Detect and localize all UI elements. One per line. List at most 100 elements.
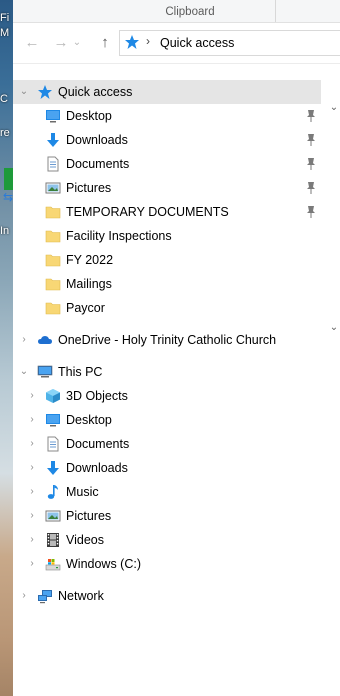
nav-item-facility-inspections[interactable]: Facility Inspections — [13, 224, 321, 248]
nav-item-videos[interactable]: › Videos — [13, 528, 321, 552]
nav-item-quick-access[interactable]: ⌄ Quick access — [13, 80, 321, 104]
nav-item-onedrive[interactable]: › OneDrive - Holy Trinity Catholic Churc… — [13, 328, 321, 352]
pin-icon[interactable] — [305, 205, 317, 219]
navigation-bar: ← → ⌄ ↑ › Quick access — [13, 23, 340, 64]
folder-icon — [45, 204, 61, 220]
expand-chevron-icon[interactable]: › — [27, 414, 37, 425]
ribbon-divider — [275, 0, 276, 22]
nav-item-fy-2022[interactable]: FY 2022 — [13, 248, 321, 272]
music-icon — [45, 484, 61, 500]
expand-chevron-icon[interactable]: › — [19, 334, 29, 345]
nav-item-network[interactable]: › Network — [13, 584, 321, 608]
nav-item-documents[interactable]: Documents — [13, 152, 321, 176]
nav-item-documents[interactable]: › Documents — [13, 432, 321, 456]
nav-item-label: Music — [66, 485, 99, 499]
nav-item-label: Pictures — [66, 181, 112, 195]
forward-arrow-icon: → — [53, 33, 69, 51]
breadcrumb-separator-icon[interactable]: › — [146, 34, 150, 48]
collapse-chevron-icon[interactable]: ⌄ — [19, 366, 29, 377]
nav-item-desktop[interactable]: › Desktop — [13, 408, 321, 432]
desktop-icon-text: C — [0, 93, 8, 105]
computer-icon — [37, 364, 53, 380]
nav-item-label: Downloads — [66, 461, 128, 475]
nav-item-label: TEMPORARY DOCUMENTS — [66, 205, 229, 219]
collapse-chevron-icon[interactable]: ⌄ — [19, 86, 29, 97]
nav-item-label: Pictures — [66, 509, 112, 523]
up-button[interactable]: ↑ — [95, 32, 115, 52]
nav-item-label: OneDrive - Holy Trinity Catholic Church — [58, 333, 277, 347]
navigation-pane: ⌄ Quick access Desktop Downloads Documen… — [13, 64, 340, 696]
onedrive-cloud-icon — [37, 332, 53, 348]
nav-item-label: Paycor — [66, 301, 105, 315]
ribbon-group-clipboard-label: Clipboard — [165, 6, 215, 18]
recent-locations-button[interactable]: ⌄ — [71, 32, 83, 52]
desktop-icon-text: M — [0, 27, 10, 39]
pin-icon[interactable] — [305, 181, 317, 195]
expand-chevron-icon[interactable]: › — [27, 534, 37, 545]
chevron-down-icon[interactable]: ⌄ — [328, 102, 340, 113]
nav-item-label: Videos — [66, 533, 104, 547]
pictures-icon — [45, 508, 61, 524]
folder-icon — [45, 228, 61, 244]
back-button[interactable]: ← — [22, 32, 42, 52]
pin-icon[interactable] — [305, 157, 317, 171]
expand-chevron-icon[interactable]: › — [27, 486, 37, 497]
nav-item-pictures[interactable]: › Pictures — [13, 504, 321, 528]
nav-item-3d-objects[interactable]: › 3D Objects — [13, 384, 321, 408]
quick-access-star-icon — [37, 84, 53, 100]
nav-item-label: Downloads — [66, 133, 128, 147]
pin-icon[interactable] — [305, 133, 317, 147]
expand-chevron-icon[interactable]: › — [27, 558, 37, 569]
breadcrumb-quick-access[interactable]: Quick access — [160, 36, 234, 50]
nav-item-paycor[interactable]: Paycor — [13, 296, 321, 320]
desktop-icon — [45, 412, 61, 428]
nav-item-label: Documents — [66, 437, 130, 451]
desktop-background: Fi M C re ⇆ In — [0, 0, 13, 696]
folder-icon — [45, 252, 61, 268]
3d-objects-icon — [45, 388, 61, 404]
chevron-down-icon[interactable]: ⌄ — [328, 322, 340, 333]
nav-item-label: Documents — [66, 157, 130, 171]
network-icon — [37, 588, 53, 604]
desktop-shortcut-icon[interactable]: ⇆ — [3, 190, 13, 204]
content-scrollbar[interactable]: ⌄ ⌄ — [328, 64, 340, 696]
nav-item-pictures[interactable]: Pictures — [13, 176, 321, 200]
up-arrow-icon: ↑ — [101, 33, 109, 51]
address-bar[interactable]: › Quick access — [119, 30, 340, 56]
nav-item-label: Facility Inspections — [66, 229, 172, 243]
file-explorer-window: Clipboard ← → ⌄ ↑ › Quick access ⌄ Quick… — [13, 0, 340, 696]
desktop-icon-text: Fi — [0, 12, 10, 24]
ribbon-group-labels: Clipboard — [13, 0, 340, 23]
forward-button[interactable]: → — [51, 32, 71, 52]
nav-item-windows-c[interactable]: › Windows (C:) — [13, 552, 321, 576]
nav-item-label: Quick access — [58, 85, 133, 99]
folder-icon — [45, 276, 61, 292]
nav-item-label: Windows (C:) — [66, 557, 142, 571]
folder-icon — [45, 300, 61, 316]
nav-item-music[interactable]: › Music — [13, 480, 321, 504]
nav-item-downloads[interactable]: › Downloads — [13, 456, 321, 480]
drive-icon — [45, 556, 61, 572]
nav-item-label: 3D Objects — [66, 389, 128, 403]
videos-icon — [45, 532, 61, 548]
nav-item-label: Desktop — [66, 413, 112, 427]
expand-chevron-icon[interactable]: › — [27, 438, 37, 449]
desktop-icon-text: re — [0, 127, 10, 139]
desktop-icon-text: In — [0, 225, 10, 237]
pin-icon[interactable] — [305, 109, 317, 123]
documents-icon — [45, 436, 61, 452]
nav-item-label: Network — [58, 589, 104, 603]
expand-chevron-icon[interactable]: › — [27, 462, 37, 473]
nav-item-this-pc[interactable]: ⌄ This PC — [13, 360, 321, 384]
expand-chevron-icon[interactable]: › — [27, 390, 37, 401]
back-arrow-icon: ← — [24, 33, 40, 51]
documents-icon — [45, 156, 61, 172]
nav-item-mailings[interactable]: Mailings — [13, 272, 321, 296]
expand-chevron-icon[interactable]: › — [19, 590, 29, 601]
desktop-app-icon[interactable] — [4, 168, 13, 190]
expand-chevron-icon[interactable]: › — [27, 510, 37, 521]
nav-item-temporary-documents[interactable]: TEMPORARY DOCUMENTS — [13, 200, 321, 224]
chevron-down-icon: ⌄ — [72, 36, 82, 48]
nav-item-downloads[interactable]: Downloads — [13, 128, 321, 152]
nav-item-desktop[interactable]: Desktop — [13, 104, 321, 128]
